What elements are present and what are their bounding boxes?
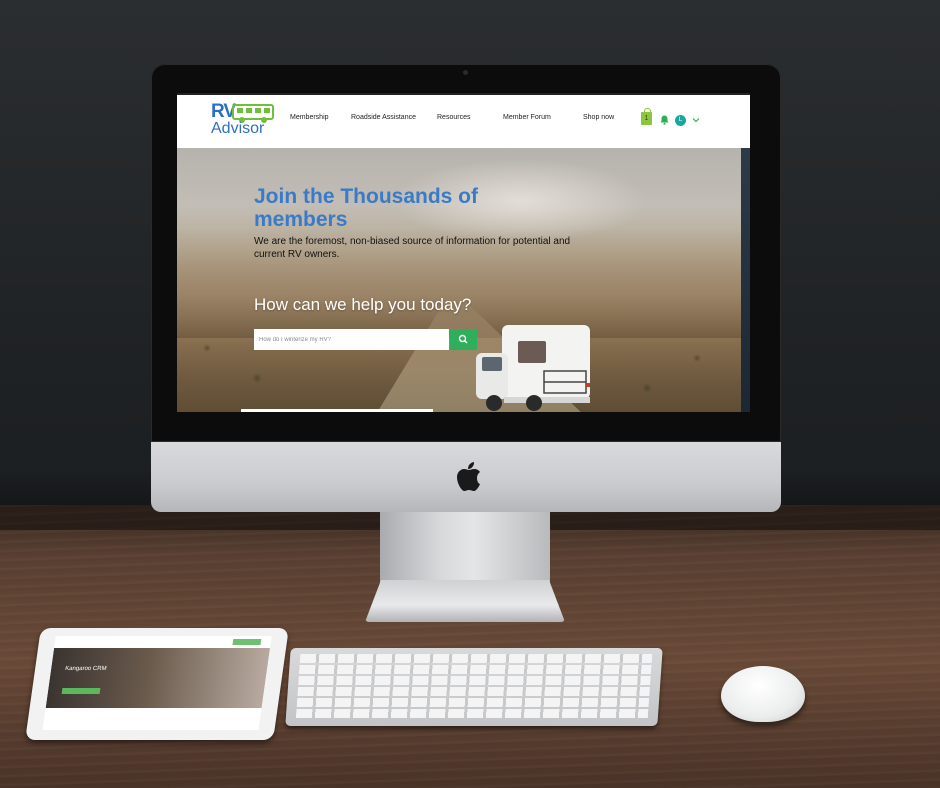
hero-edge-strip: [741, 148, 750, 412]
cart-count-badge: 1: [644, 115, 649, 122]
ipad-hero: Kangaroo CRM: [45, 648, 271, 708]
campervan-image: [476, 325, 590, 411]
hero-subtitle: We are the foremost, non-biased source o…: [254, 236, 571, 260]
keyboard-keys: [295, 654, 653, 720]
nav-roadside-assistance[interactable]: Roadside Assistance: [351, 114, 416, 121]
imac-camera: [463, 70, 468, 75]
ipad-hero-button: [61, 688, 101, 694]
imac-screen: RV Advisor Membership Roadside Assistanc…: [177, 93, 750, 412]
shopping-bag-icon[interactable]: 1: [641, 108, 652, 125]
search-button[interactable]: [450, 329, 477, 350]
ipad-nav-button: [232, 639, 262, 645]
rv-advisor-logo[interactable]: RV Advisor: [209, 101, 284, 143]
site-header: RV Advisor Membership Roadside Assistanc…: [177, 93, 750, 150]
nav-shop-now[interactable]: Shop now: [583, 114, 614, 121]
nav-membership[interactable]: Membership: [290, 114, 329, 121]
ipad-site-nav: [54, 636, 272, 648]
help-heading: How can we help you today?: [254, 295, 472, 314]
chevron-down-icon[interactable]: [692, 116, 700, 124]
ipad-tablet: Kangaroo CRM: [25, 628, 289, 740]
user-avatar[interactable]: L: [675, 115, 686, 126]
ipad-hero-text: Kangaroo CRM: [64, 666, 107, 672]
bell-icon[interactable]: [660, 115, 669, 125]
ipad-screen: Kangaroo CRM: [42, 636, 272, 730]
imac-stand-foot: [365, 580, 565, 622]
nav-resources[interactable]: Resources: [437, 114, 470, 121]
magic-mouse: [721, 666, 805, 722]
search-icon: [458, 334, 468, 344]
hero-section: Join the Thousands of members We are the…: [177, 148, 750, 412]
hero-title: Join the Thousands of members: [254, 185, 478, 231]
apple-logo-icon: [457, 462, 480, 491]
search-input[interactable]: [254, 329, 449, 350]
keyboard: [285, 648, 663, 726]
nav-member-forum[interactable]: Member Forum: [503, 114, 551, 121]
hero-progress-line: [241, 409, 433, 412]
logo-text-bottom: Advisor: [211, 120, 265, 137]
user-initial: L: [678, 117, 683, 123]
